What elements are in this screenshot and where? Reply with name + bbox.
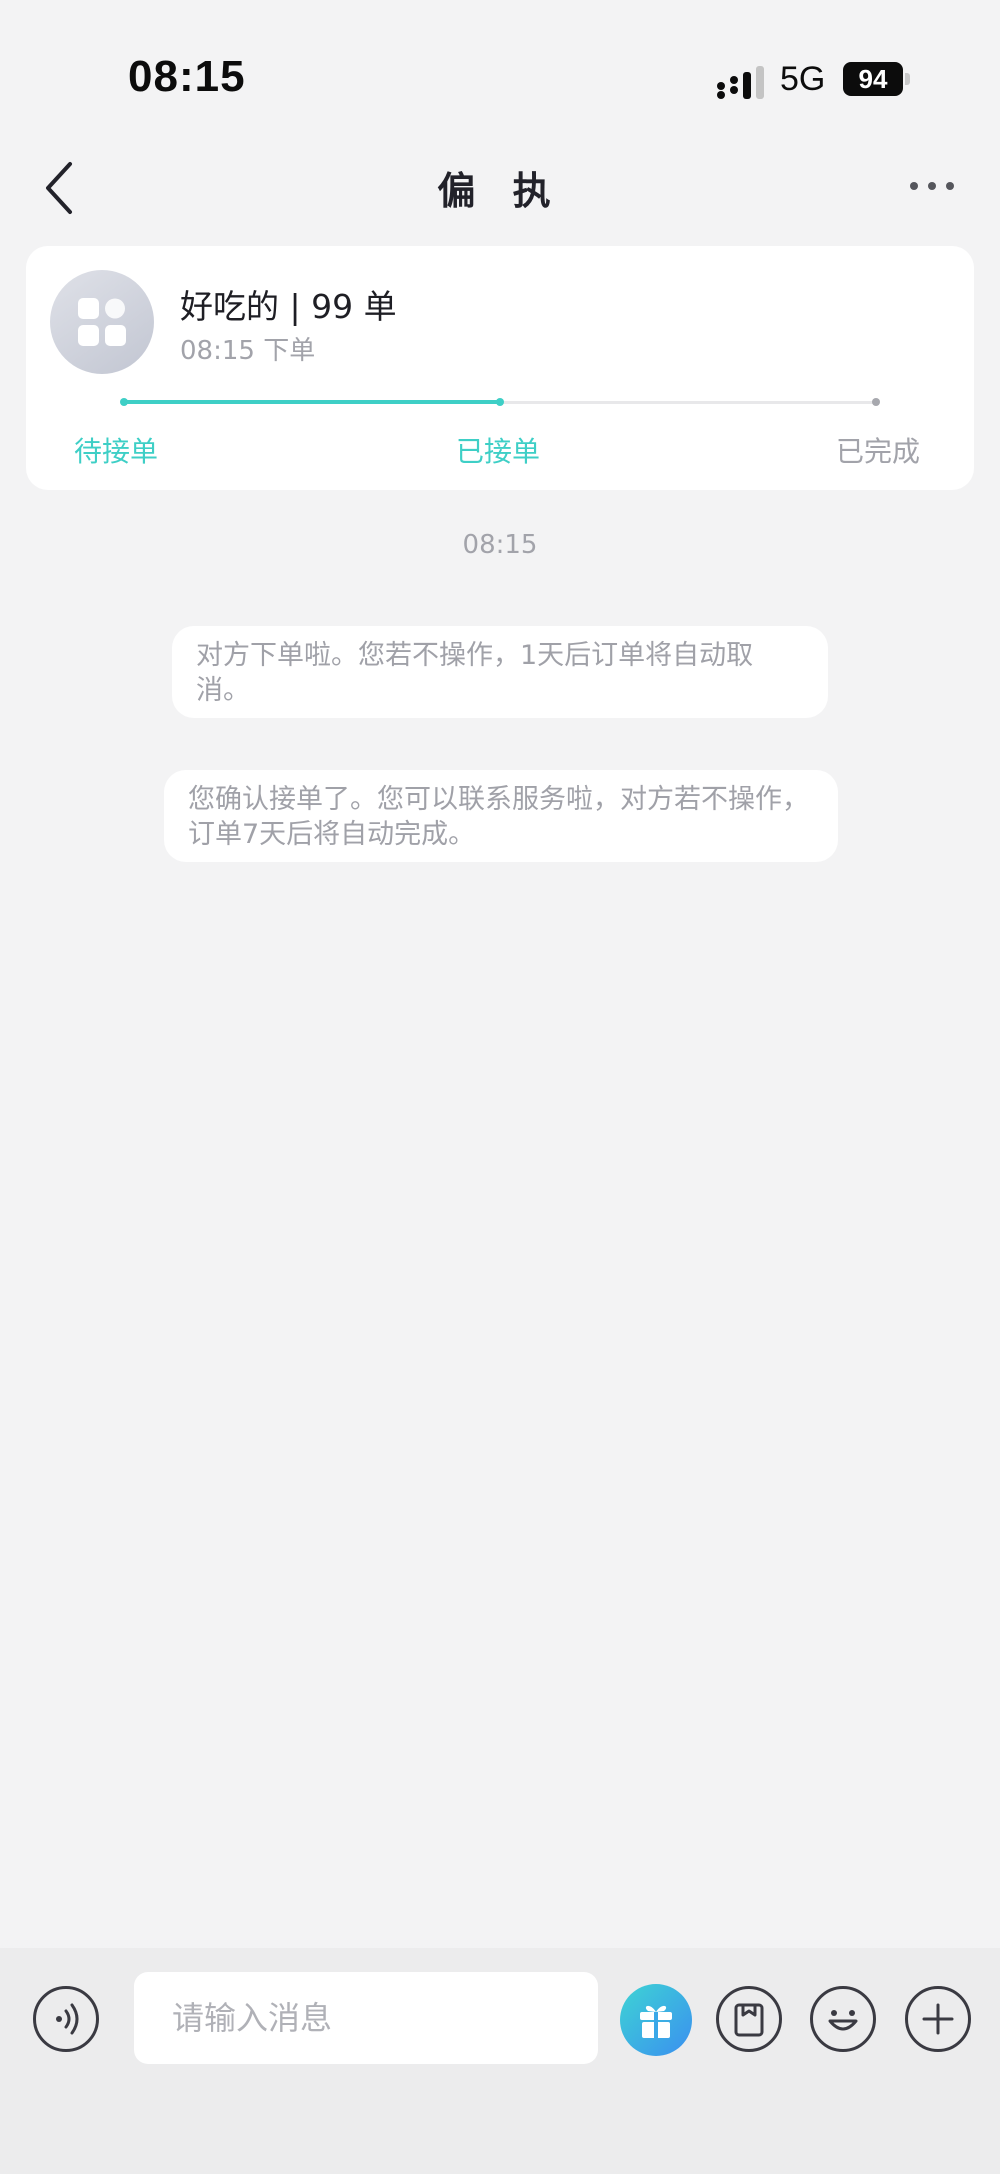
status-time: 08:15: [128, 52, 246, 101]
message-input[interactable]: [134, 1972, 598, 2064]
more-actions-button[interactable]: [905, 1986, 971, 2052]
more-icon[interactable]: [908, 178, 956, 194]
battery-indicator: 94: [843, 62, 903, 96]
voice-button[interactable]: [33, 1986, 99, 2052]
progress-fill: [124, 400, 500, 404]
step-pending-label: 待接单: [74, 435, 159, 468]
step-accepted-label: 已接单: [456, 435, 541, 468]
gift-icon: [640, 2005, 672, 2038]
order-time: 08:15 下单: [180, 336, 316, 366]
progress-dot-completed: [872, 398, 880, 406]
emoji-icon: [828, 2010, 858, 2031]
battery-tip: [905, 73, 910, 85]
voice-icon: [56, 2003, 79, 2035]
system-message: 对方下单啦。您若不操作，1天后订单将自动取消。: [172, 626, 828, 718]
order-title: 好吃的 | 99 单: [180, 287, 397, 326]
apps-icon: [78, 298, 126, 346]
network-type: 5G: [780, 60, 826, 98]
plus-icon: [922, 2003, 954, 2035]
signal-icon: [717, 66, 764, 99]
progress-dot-pending: [120, 398, 128, 406]
order-icon: [734, 2003, 764, 2037]
emoji-button[interactable]: [810, 1986, 876, 2052]
step-completed-label: 已完成: [836, 435, 921, 468]
gift-button[interactable]: [620, 1984, 692, 2056]
progress-dot-accepted: [496, 398, 504, 406]
chat-timestamp: 08:15: [462, 530, 538, 560]
system-message: 您确认接单了。您可以联系服务啦，对方若不操作，订单7天后将自动完成。: [164, 770, 838, 862]
page-title: 偏 执: [437, 169, 563, 213]
order-button[interactable]: [716, 1986, 782, 2052]
